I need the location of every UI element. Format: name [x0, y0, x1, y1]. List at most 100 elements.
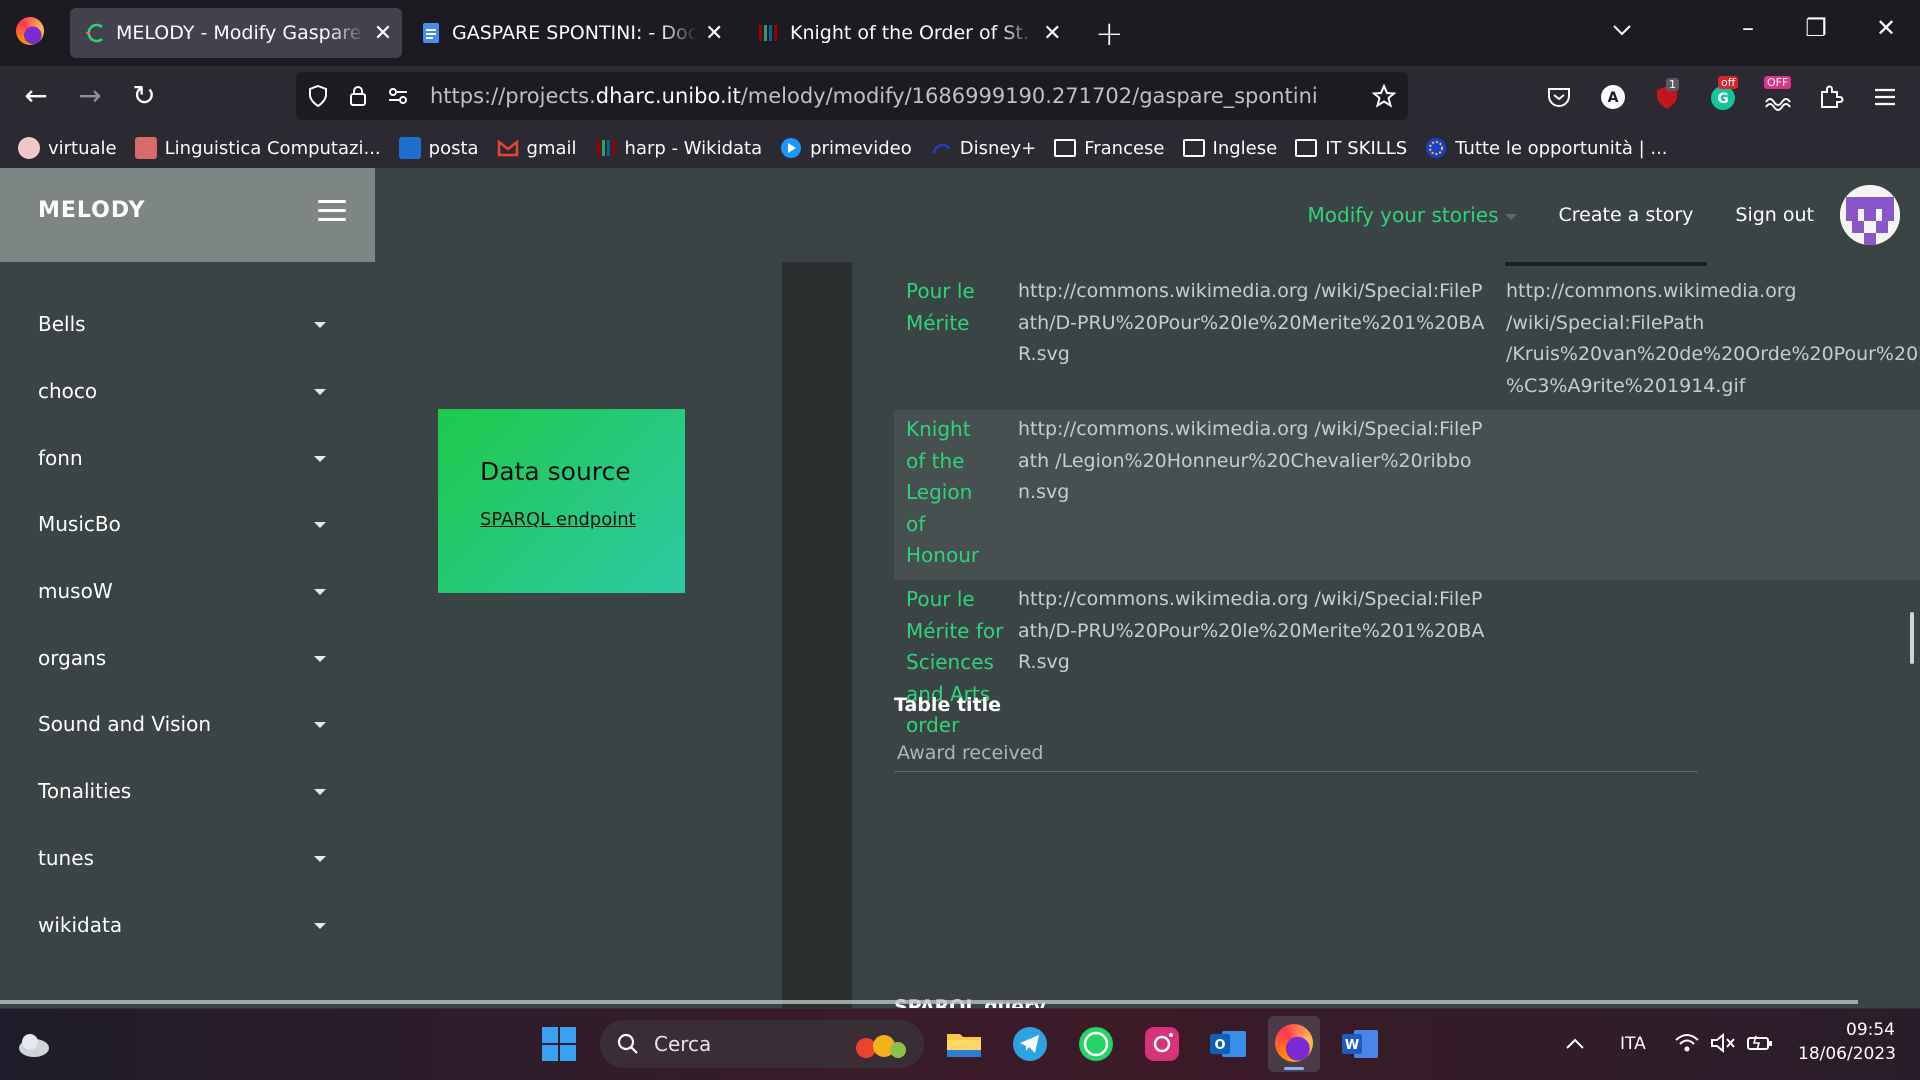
back-arrow-icon[interactable]: ←: [20, 80, 52, 112]
volume-muted-icon[interactable]: [1710, 1032, 1736, 1054]
url-text[interactable]: https://projects.dharc.unibo.it/melody/m…: [430, 84, 1318, 108]
bookmark-label: primevideo: [810, 137, 912, 159]
chevron-down-icon: [314, 856, 326, 862]
chevron-down-icon: [314, 656, 326, 662]
bookmark-disney[interactable]: Disney+: [930, 137, 1036, 159]
ublock-icon[interactable]: 1: [1652, 78, 1682, 112]
svg-text:O: O: [1214, 1038, 1225, 1053]
bookmark-star-icon[interactable]: [1372, 84, 1396, 108]
bookmark-label: Tutte le opportunità | ...: [1455, 137, 1668, 159]
chevron-down-icon: [314, 589, 326, 595]
vertical-scrollbar[interactable]: [1910, 612, 1914, 664]
chevron-down-icon: [314, 456, 326, 462]
taskbar-search[interactable]: Cerca: [600, 1020, 924, 1068]
bookmark-folder-it-skills[interactable]: IT SKILLS: [1295, 138, 1407, 159]
sidebar-item-musow[interactable]: musoW: [38, 579, 326, 603]
app-brand[interactable]: MELODY: [38, 198, 145, 223]
bookmark-harp[interactable]: harp - Wikidata: [595, 137, 762, 159]
user-avatar[interactable]: [1840, 185, 1900, 245]
tab-wikidata[interactable]: Knight of the Order of St. Gregory ✕: [758, 8, 1063, 58]
bookmark-posta[interactable]: posta: [398, 137, 479, 159]
battery-icon[interactable]: [1746, 1032, 1774, 1054]
restore-icon[interactable]: ❐: [1796, 14, 1836, 42]
account-a-icon[interactable]: A: [1598, 82, 1628, 112]
url-bar[interactable]: https://projects.dharc.unibo.it/melody/m…: [296, 72, 1408, 120]
telegram-icon[interactable]: [1010, 1024, 1050, 1064]
sign-out-link[interactable]: Sign out: [1735, 204, 1814, 226]
shield-icon[interactable]: [306, 84, 330, 108]
clock-date[interactable]: 18/06/2023: [1798, 1044, 1896, 1064]
whatsapp-icon[interactable]: [1076, 1024, 1116, 1064]
disney-icon: [931, 143, 951, 154]
horizontal-scrollbar[interactable]: [0, 1000, 1858, 1004]
lock-icon[interactable]: [346, 84, 370, 108]
wikidata-favicon-icon: [759, 25, 777, 41]
sidebar-item-label: wikidata: [38, 913, 123, 937]
bookmark-linguistica[interactable]: Linguistica Computazi...: [134, 137, 381, 159]
folder-icon: [1295, 139, 1318, 157]
table-title-input[interactable]: [894, 734, 1698, 772]
file-explorer-icon[interactable]: [944, 1024, 984, 1064]
bookmark-primevideo[interactable]: primevideo: [780, 137, 912, 159]
sidebar-item-wikidata[interactable]: wikidata: [38, 913, 326, 937]
modify-stories-dropdown[interactable]: Modify your stories: [1308, 203, 1517, 227]
weather-cloud-icon[interactable]: [16, 1030, 52, 1060]
sparql-endpoint-link[interactable]: SPARQL endpoint: [480, 509, 636, 530]
language-indicator[interactable]: ITA: [1620, 1034, 1646, 1054]
gmail-icon: [497, 139, 518, 157]
extension-off-icon[interactable]: OFF: [1762, 76, 1792, 112]
svg-text:G: G: [1717, 91, 1729, 107]
bookmark-folder-inglese[interactable]: Inglese: [1182, 137, 1278, 159]
extensions-puzzle-icon[interactable]: [1816, 82, 1846, 112]
sidebar-item-sound-and-vision[interactable]: Sound and Vision: [38, 712, 326, 736]
list-all-tabs-chevron-icon[interactable]: [1610, 18, 1634, 42]
bookmark-folder-francese[interactable]: Francese: [1054, 137, 1165, 159]
permissions-icon[interactable]: [386, 84, 410, 108]
tab-close-icon[interactable]: ✕: [372, 21, 394, 46]
bookmark-label: Inglese: [1212, 137, 1278, 159]
firefox-logo-icon[interactable]: [16, 17, 44, 45]
pocket-icon[interactable]: [1544, 82, 1574, 112]
sidebar-item-bells[interactable]: Bells: [38, 312, 326, 336]
minimize-icon[interactable]: –: [1728, 14, 1768, 42]
chevron-down-icon: [314, 322, 326, 328]
hamburger-menu-icon[interactable]: [318, 200, 346, 222]
tab-title: MELODY - Modify Gaspare Spontini: [116, 22, 366, 44]
sidebar-item-musicbo[interactable]: MusicBo: [38, 512, 326, 536]
modify-stories-label: Modify your stories: [1307, 203, 1499, 227]
url-path: /melody/modify/1686999190.271702/gaspare…: [740, 84, 1318, 108]
grammarly-icon[interactable]: G off: [1708, 76, 1739, 112]
bookmark-label: Francese: [1084, 137, 1165, 159]
firefox-taskbar-button[interactable]: [1268, 1016, 1320, 1072]
new-tab-button[interactable]: +: [1095, 14, 1124, 54]
reload-icon[interactable]: ↻: [128, 80, 160, 112]
tab-melody[interactable]: MELODY - Modify Gaspare Spontini ✕: [70, 8, 402, 58]
linguistica-icon: [134, 137, 157, 159]
sidebar-item-choco[interactable]: choco: [38, 379, 326, 403]
create-story-link[interactable]: Create a story: [1559, 204, 1694, 226]
outlook-icon[interactable]: O: [1208, 1024, 1248, 1064]
sidebar-item-tonalities[interactable]: Tonalities: [38, 779, 326, 803]
clock-time[interactable]: 09:54: [1846, 1020, 1895, 1040]
word-icon[interactable]: W: [1340, 1024, 1380, 1064]
tab-close-icon[interactable]: ✕: [703, 21, 725, 46]
tray-chevron-up-icon[interactable]: [1564, 1036, 1586, 1052]
tab-docs[interactable]: GASPARE SPONTINI: - Documento ✕: [420, 8, 725, 58]
close-window-icon[interactable]: ✕: [1866, 14, 1906, 42]
windows-start-icon[interactable]: [541, 1026, 577, 1062]
bookmark-virtuale[interactable]: virtuale: [18, 137, 117, 159]
tab-close-icon[interactable]: ✕: [1042, 21, 1063, 46]
bookmark-gmail[interactable]: gmail: [497, 137, 577, 159]
identicon-icon: [1840, 185, 1900, 245]
top-navigation: Modify your stories Create a story Sign …: [1308, 168, 1920, 262]
sidebar-item-tunes[interactable]: tunes: [38, 846, 326, 870]
grammarly-badge: off: [1718, 76, 1739, 89]
forward-arrow-icon[interactable]: →: [74, 80, 106, 112]
app-menu-icon[interactable]: [1870, 82, 1900, 112]
wifi-icon[interactable]: [1674, 1032, 1700, 1054]
sidebar-item-organs[interactable]: organs: [38, 646, 326, 670]
instagram-icon[interactable]: [1142, 1024, 1182, 1064]
bookmark-tutte-le-opportunita[interactable]: Tutte le opportunità | ...: [1425, 137, 1668, 159]
sidebar-item-fonn[interactable]: fonn: [38, 446, 326, 470]
table-row: Knight of the Legion of Honour http://co…: [894, 410, 1920, 580]
